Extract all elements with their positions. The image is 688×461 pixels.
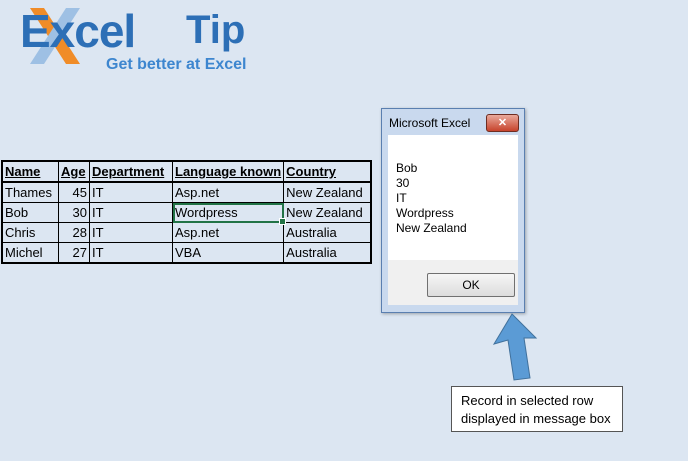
column-header-age[interactable]: Age — [58, 160, 90, 183]
close-button[interactable]: ✕ — [486, 114, 519, 132]
message-line: 30 — [396, 176, 410, 190]
cell-department[interactable]: IT — [89, 181, 173, 203]
table-row: Bob 30 IT Wordpress New Zealand — [1, 202, 372, 225]
cell-department[interactable]: IT — [89, 222, 173, 243]
cell-country[interactable]: New Zealand — [283, 202, 372, 223]
table-row: Chris 28 IT Asp.net Australia — [1, 222, 372, 243]
message-line: Wordpress — [396, 206, 454, 220]
cell-age[interactable]: 45 — [58, 181, 90, 203]
cell-language[interactable]: Asp.net — [171, 181, 285, 203]
cell-text: Wordpress — [175, 205, 238, 220]
ok-button[interactable]: OK — [427, 273, 515, 297]
column-header-country[interactable]: Country — [283, 160, 372, 183]
cell-name[interactable]: Thames — [1, 181, 59, 203]
cell-name[interactable]: Chris — [1, 222, 59, 243]
message-line: IT — [396, 191, 407, 205]
cell-department[interactable]: IT — [89, 242, 173, 264]
close-icon: ✕ — [497, 117, 508, 129]
cell-language[interactable]: Asp.net — [171, 222, 285, 243]
dialog-title: Microsoft Excel — [389, 116, 471, 130]
cell-language[interactable]: VBA — [171, 242, 285, 264]
message-line: New Zealand — [396, 221, 467, 235]
column-header-department[interactable]: Department — [89, 160, 173, 183]
excel-tip-logo: Excel Tip Get better at Excel — [8, 2, 268, 76]
dialog-titlebar[interactable]: Microsoft Excel ✕ — [382, 109, 524, 135]
table-header-row: Name Age Department Language known Count… — [1, 160, 372, 183]
annotation-callout: Record in selected row displayed in mess… — [451, 386, 623, 432]
cell-age[interactable]: 30 — [58, 202, 90, 223]
column-header-name[interactable]: Name — [1, 160, 59, 183]
column-header-language[interactable]: Language known — [171, 160, 285, 183]
cell-country[interactable]: Australia — [283, 242, 372, 264]
cell-country[interactable]: Australia — [283, 222, 372, 243]
cell-age[interactable]: 27 — [58, 242, 90, 264]
logo-tagline: Get better at Excel — [106, 56, 247, 73]
dialog-body: Bob 30 IT Wordpress New Zealand OK — [388, 135, 518, 305]
cell-name[interactable]: Bob — [1, 202, 59, 223]
table-row: Michel 27 IT VBA Australia — [1, 242, 372, 264]
message-text: Bob 30 IT Wordpress New Zealand — [396, 161, 467, 236]
selected-cell-language[interactable]: Wordpress — [171, 202, 287, 225]
logo-word: Excel — [20, 5, 136, 57]
records-table: Name Age Department Language known Count… — [1, 160, 373, 264]
fill-handle[interactable] — [279, 218, 287, 225]
cell-department[interactable]: IT — [89, 202, 173, 223]
cell-age[interactable]: 28 — [58, 222, 90, 243]
callout-line: Record in selected row — [461, 393, 594, 408]
callout-line: displayed in message box — [461, 411, 611, 426]
message-box-dialog: Microsoft Excel ✕ Bob 30 IT Wordpress Ne… — [381, 108, 525, 313]
table-row: Thames 45 IT Asp.net New Zealand — [1, 181, 372, 203]
cell-country[interactable]: New Zealand — [283, 181, 372, 203]
up-arrow-icon — [492, 313, 538, 381]
logo-tip: Tip — [186, 8, 246, 52]
cell-name[interactable]: Michel — [1, 242, 59, 264]
message-line: Bob — [396, 161, 418, 175]
